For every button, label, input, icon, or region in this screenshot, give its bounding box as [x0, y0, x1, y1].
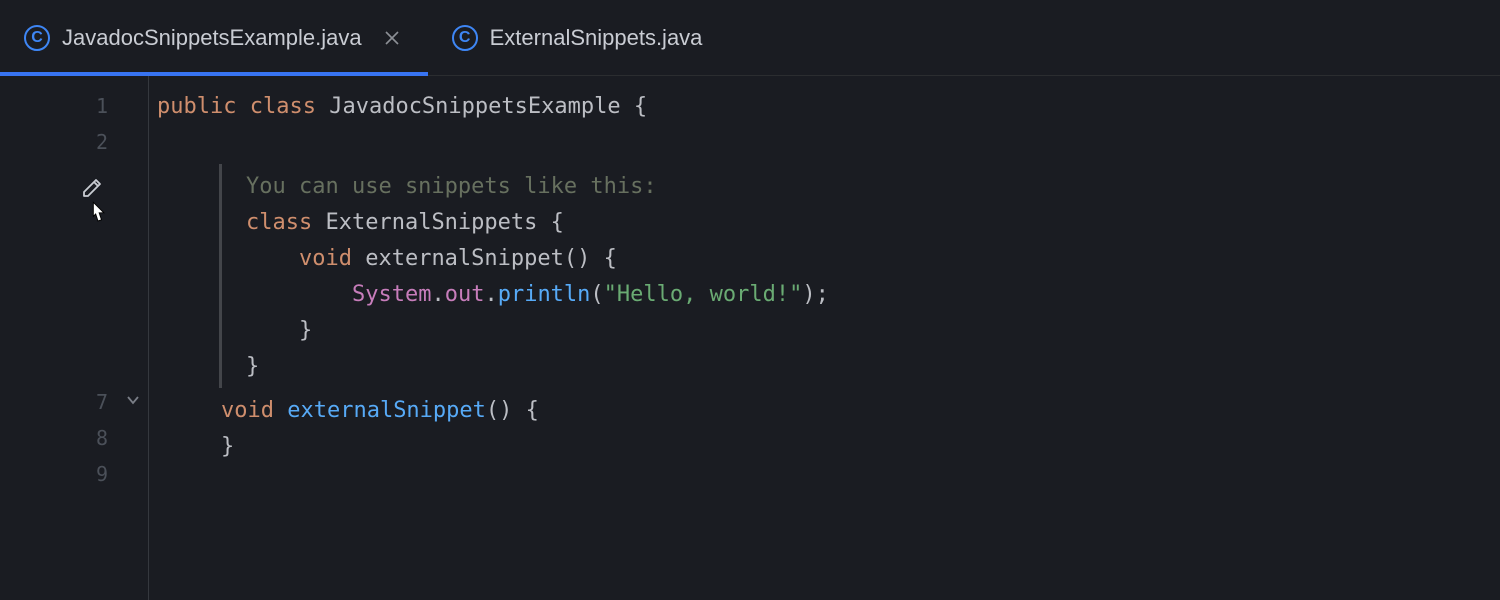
line-number[interactable]: 1: [0, 88, 148, 124]
tab-label: ExternalSnippets.java: [490, 25, 703, 51]
line-number[interactable]: 7: [0, 384, 148, 420]
code-line[interactable]: public class JavadocSnippetsExample {: [149, 88, 1500, 124]
code-line[interactable]: [149, 124, 1500, 160]
tab-inactive[interactable]: C ExternalSnippets.java: [428, 0, 727, 76]
code-area[interactable]: public class JavadocSnippetsExample { Yo…: [148, 76, 1500, 600]
editor: 1 2 7 8 9 public class JavadocSnippetsEx…: [0, 76, 1500, 600]
line-number[interactable]: 8: [0, 420, 148, 456]
pointer-cursor-icon: [84, 200, 112, 232]
line-number[interactable]: 9: [0, 456, 148, 492]
line-number[interactable]: 2: [0, 124, 148, 160]
gutter: 1 2 7 8 9: [0, 76, 148, 600]
code-line[interactable]: }: [149, 428, 1500, 464]
code-line[interactable]: void externalSnippet() {: [149, 392, 1500, 428]
class-icon: C: [24, 25, 50, 51]
doc-intro: You can use snippets like this:: [246, 174, 657, 199]
tab-label: JavadocSnippetsExample.java: [62, 25, 362, 51]
class-icon: C: [452, 25, 478, 51]
tab-active[interactable]: C JavadocSnippetsExample.java: [0, 0, 428, 76]
close-icon[interactable]: [380, 26, 404, 50]
chevron-down-icon[interactable]: [126, 393, 140, 411]
javadoc-rendered[interactable]: You can use snippets like this: class Ex…: [219, 164, 1500, 388]
tab-bar: C JavadocSnippetsExample.java C External…: [0, 0, 1500, 76]
code-line[interactable]: [149, 464, 1500, 500]
